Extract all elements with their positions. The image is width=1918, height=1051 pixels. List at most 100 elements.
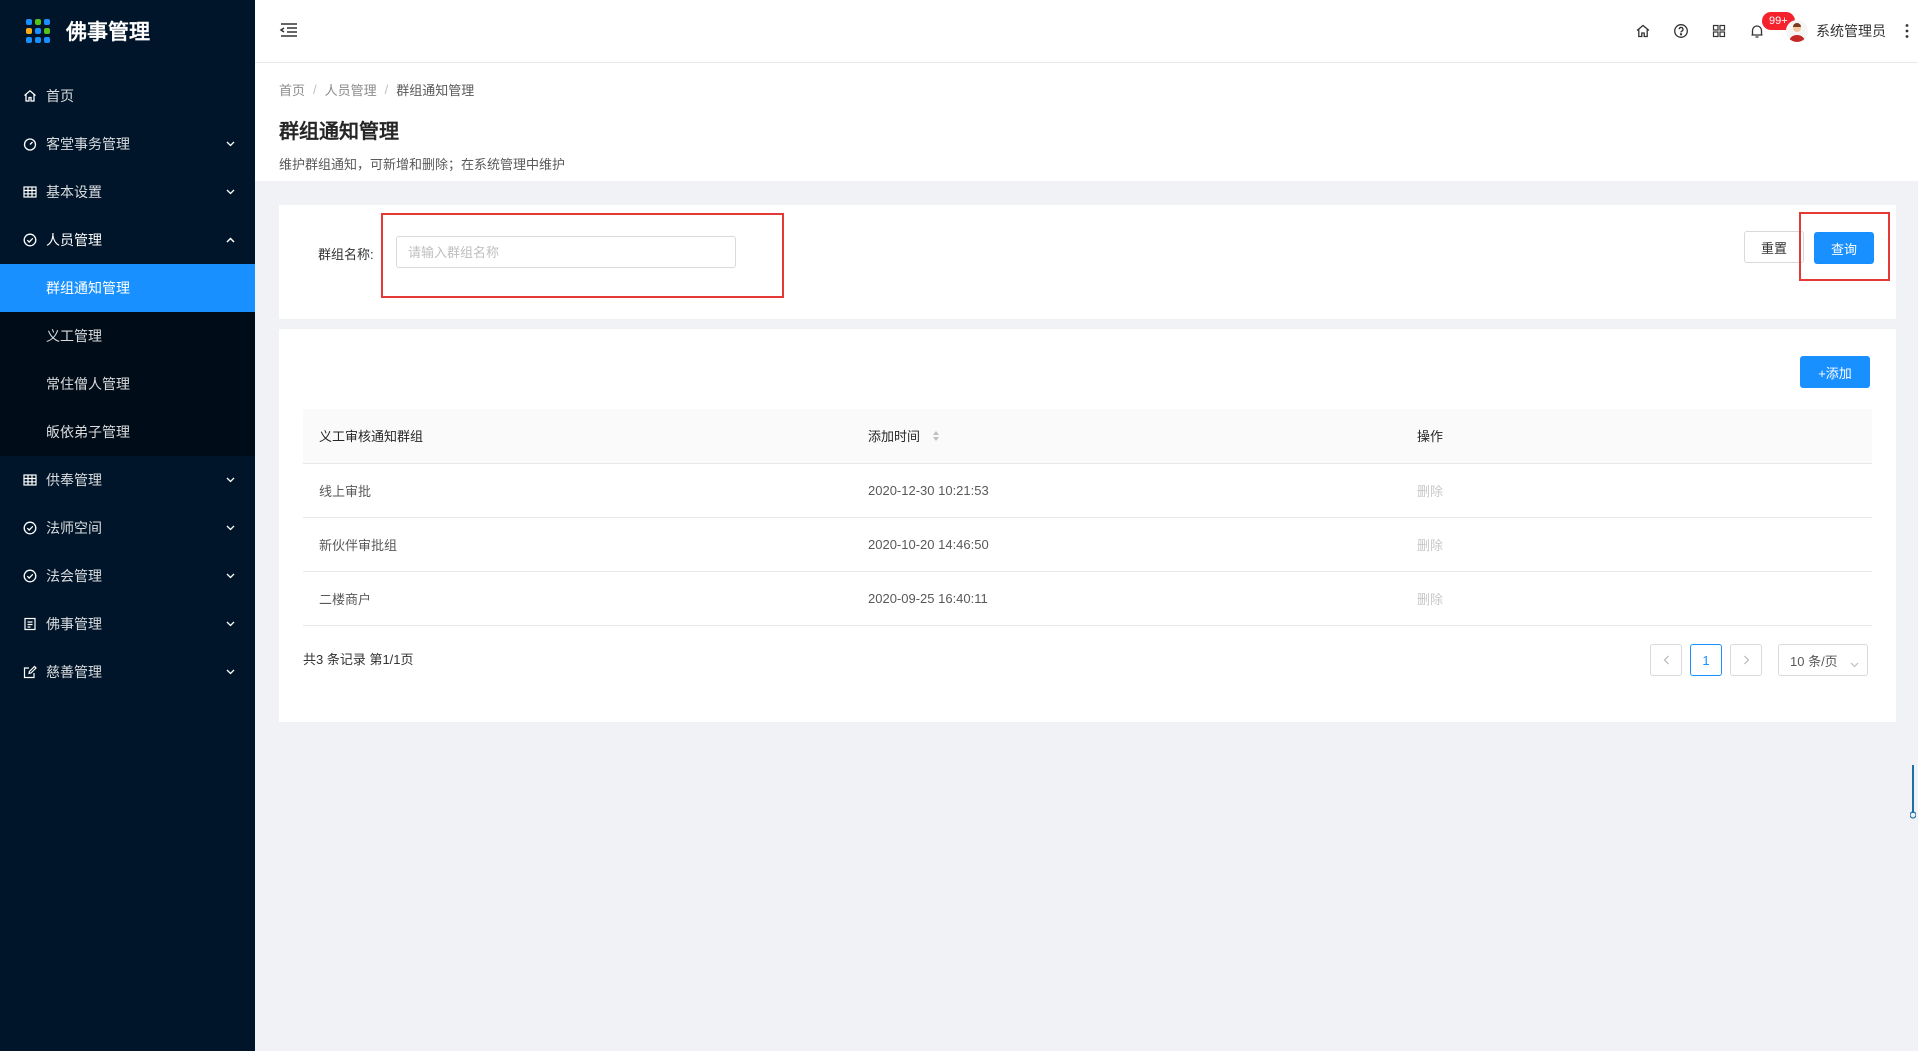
apps-icon[interactable] [1700, 12, 1738, 50]
table-row: 二楼商户 2020-09-25 16:40:11 删除 [303, 571, 1872, 626]
cell-added-time: 2020-09-25 16:40:11 [852, 571, 1401, 626]
cell-group-name: 新伙伴审批组 [303, 517, 852, 572]
column-header-action: 操作 [1401, 409, 1872, 464]
pagination-total: 共3 条记录 第1/1页 [303, 652, 414, 667]
sidebar-item-dharma-assembly[interactable]: 法会管理 [0, 552, 255, 600]
sidebar-item-label: 佛事管理 [46, 616, 102, 632]
breadcrumb-parent[interactable]: 人员管理 [325, 80, 377, 99]
search-form: 群组名称: 重置 查询 [279, 205, 1896, 319]
sidebar-item-label: 人员管理 [46, 232, 102, 248]
sidebar-item-basic-settings[interactable]: 基本设置 [0, 168, 255, 216]
page-title: 群组通知管理 [279, 121, 399, 143]
pagination: 1 10 条/页 [1642, 644, 1868, 676]
chevron-down-icon [225, 523, 235, 533]
form-icon [22, 664, 38, 680]
table-header-row: 义工审核通知群组 添加时间 操作 [303, 409, 1872, 464]
sidebar-item-label: 基本设置 [46, 184, 102, 200]
highlight-box-input [381, 213, 784, 298]
breadcrumb-home[interactable]: 首页 [279, 80, 305, 99]
delete-link[interactable]: 删除 [1417, 592, 1443, 607]
column-header-group: 义工审核通知群组 [303, 409, 852, 464]
sidebar-item-charity[interactable]: 慈善管理 [0, 648, 255, 696]
user-name: 系统管理员 [1816, 23, 1886, 39]
breadcrumb-separator: / [313, 82, 317, 97]
avatar [1786, 20, 1808, 42]
sidebar-item-volunteers[interactable]: 义工管理 [0, 312, 255, 360]
check-circle-icon [22, 520, 38, 536]
sidebar-item-disciples[interactable]: 皈依弟子管理 [0, 408, 255, 456]
page-size-value: 10 条/页 [1790, 653, 1838, 669]
chevron-down-icon [225, 139, 235, 149]
personnel-submenu: 群组通知管理 义工管理 常住僧人管理 皈依弟子管理 [0, 264, 255, 456]
chevron-down-icon [225, 571, 235, 581]
sidebar-item-resident-monks[interactable]: 常住僧人管理 [0, 360, 255, 408]
sidebar-item-reception[interactable]: 客堂事务管理 [0, 120, 255, 168]
app-grid-icon [26, 19, 50, 43]
dashboard-icon [22, 136, 38, 152]
logo[interactable]: 佛事管理 [0, 0, 255, 62]
sidebar-item-group-notify[interactable]: 群组通知管理 [0, 264, 255, 312]
sidebar-item-buddhist-affairs[interactable]: 佛事管理 [0, 600, 255, 648]
page-number-button[interactable]: 1 [1690, 644, 1722, 676]
home-icon[interactable] [1624, 12, 1662, 50]
sidebar-item-label: 供奉管理 [46, 472, 102, 488]
chevron-down-icon [225, 667, 235, 677]
breadcrumb-current: 群组通知管理 [396, 83, 475, 98]
sidebar-item-label: 法师空间 [46, 520, 102, 536]
table-row: 线上审批 2020-12-30 10:21:53 删除 [303, 463, 1872, 518]
chevron-down-icon [1850, 656, 1859, 671]
breadcrumb: 首页 / 人员管理 / 群组通知管理 [279, 80, 1894, 99]
prev-page-button[interactable] [1650, 644, 1682, 676]
delete-link[interactable]: 删除 [1417, 484, 1443, 499]
sort-icon[interactable] [932, 430, 940, 445]
breadcrumb-separator: / [384, 82, 389, 97]
chevron-down-icon [225, 475, 235, 485]
column-header-time[interactable]: 添加时间 [852, 409, 1401, 464]
chevron-up-icon [225, 235, 235, 245]
group-table: 义工审核通知群组 添加时间 操作 线上审批 2020-12-30 10:21:5… [303, 409, 1872, 626]
sidebar-item-offerings[interactable]: 供奉管理 [0, 456, 255, 504]
table-icon [22, 472, 38, 488]
scroll-handle[interactable] [1909, 765, 1917, 820]
sidebar-item-personnel[interactable]: 人员管理 [0, 216, 255, 264]
table-card: +添加 义工审核通知群组 添加时间 操作 线上审批 2020-12-30 10:… [279, 329, 1896, 722]
table-row: 新伙伴审批组 2020-10-20 14:46:50 删除 [303, 517, 1872, 572]
page-size-select[interactable]: 10 条/页 [1778, 644, 1868, 676]
sidebar-item-label: 法会管理 [46, 568, 102, 584]
check-circle-icon [22, 568, 38, 584]
sidebar-item-label: 首页 [46, 88, 74, 104]
cell-group-name: 线上审批 [303, 463, 852, 518]
next-page-button[interactable] [1730, 644, 1762, 676]
sidebar-item-label: 客堂事务管理 [46, 136, 130, 152]
chevron-down-icon [225, 187, 235, 197]
reset-button[interactable]: 重置 [1744, 231, 1804, 263]
cell-group-name: 二楼商户 [303, 571, 852, 626]
sidebar-menu: 首页 客堂事务管理 基本设置 人员管理 群组通知管理 义工管理 常住僧人管理 皈… [0, 72, 255, 696]
group-name-label: 群组名称: [318, 247, 374, 262]
header-actions: 99+ 系统管理员 [1624, 0, 1918, 62]
user-menu[interactable]: 系统管理员 [1786, 20, 1886, 42]
home-icon [22, 88, 38, 104]
sidebar: 佛事管理 首页 客堂事务管理 基本设置 人员管理 群组通知管理 义工管理 常住僧… [0, 0, 255, 1051]
cell-added-time: 2020-12-30 10:21:53 [852, 463, 1401, 518]
top-header: 99+ 系统管理员 [255, 0, 1918, 63]
page-header: 首页 / 人员管理 / 群组通知管理 群组通知管理 维护群组通知，可新增和删除；… [255, 63, 1918, 181]
highlight-box-query [1799, 212, 1890, 281]
delete-link[interactable]: 删除 [1417, 538, 1443, 553]
sidebar-item-label: 慈善管理 [46, 664, 102, 680]
menu-fold-icon[interactable] [279, 20, 301, 42]
sidebar-item-master-space[interactable]: 法师空间 [0, 504, 255, 552]
chevron-down-icon [225, 619, 235, 629]
column-header-time-label: 添加时间 [868, 429, 921, 445]
sidebar-item-home[interactable]: 首页 [0, 72, 255, 120]
notification-bell-icon[interactable]: 99+ [1738, 12, 1795, 50]
help-icon[interactable] [1662, 12, 1700, 50]
cell-added-time: 2020-10-20 14:46:50 [852, 517, 1401, 572]
check-circle-icon [22, 232, 38, 248]
profile-icon [22, 616, 38, 632]
app-title: 佛事管理 [66, 21, 150, 44]
page-description: 维护群组通知，可新增和删除；在系统管理中维护 [279, 157, 566, 172]
add-button[interactable]: +添加 [1800, 356, 1870, 388]
more-vertical-icon[interactable] [1896, 16, 1918, 46]
table-icon [22, 184, 38, 200]
